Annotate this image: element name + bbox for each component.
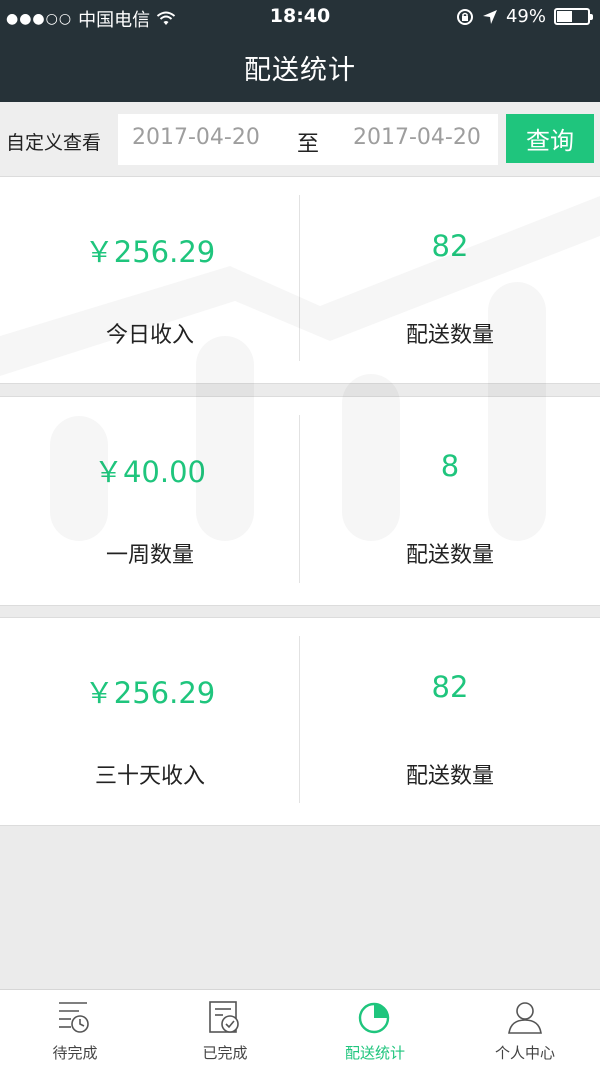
income-caption: 三十天收入	[94, 764, 205, 789]
delivery-count-value: 8	[440, 449, 460, 483]
tab-label: 个人中心	[494, 1044, 555, 1062]
tab-profile[interactable]: 个人中心	[450, 990, 600, 1067]
search-button[interactable]: 查询	[506, 114, 594, 163]
tab-delivery-stats[interactable]: 配送统计	[300, 990, 450, 1067]
pie-chart-icon	[358, 1002, 390, 1034]
status-bar: ●●●○○ 中国电信 18:40 49%	[0, 0, 600, 34]
start-date-input[interactable]	[132, 125, 282, 150]
pending-list-icon	[59, 1002, 89, 1033]
location-arrow-icon	[482, 9, 497, 24]
end-date-input[interactable]	[353, 125, 503, 150]
stats-card-month: ￥256.29 三十天收入 82 配送数量	[0, 617, 600, 826]
tab-label: 待完成	[52, 1044, 98, 1062]
delivery-count-caption: 配送数量	[405, 543, 494, 568]
battery-icon	[554, 8, 593, 25]
tab-label: 已完成	[202, 1044, 248, 1062]
tab-completed[interactable]: 已完成	[150, 990, 300, 1067]
income-caption: 今日收入	[105, 323, 194, 348]
tab-pending[interactable]: 待完成	[0, 990, 150, 1067]
user-icon	[508, 1002, 542, 1034]
income-value: ￥40.00	[93, 455, 207, 489]
delivery-count-caption: 配送数量	[405, 323, 494, 348]
battery-percent: 49%	[505, 6, 546, 27]
completed-list-icon	[209, 1001, 239, 1033]
income-value: ￥256.29	[84, 235, 216, 269]
delivery-count-value: 82	[431, 229, 469, 263]
delivery-count-caption: 配送数量	[405, 764, 494, 789]
battery-fill	[557, 11, 572, 22]
income-value: ￥256.29	[84, 676, 216, 710]
stats-card-today: ￥256.29 今日收入 82 配送数量	[0, 176, 600, 384]
rotation-lock-icon	[456, 8, 473, 25]
delivery-count-value: 82	[431, 670, 469, 704]
date-separator: 至	[297, 132, 320, 157]
income-caption: 一周数量	[105, 543, 194, 568]
page-title: 配送统计	[244, 55, 356, 86]
bottom-tab-bar: 待完成 已完成 配送统计 个人中心	[0, 989, 600, 1067]
app-header: ●●●○○ 中国电信 18:40 49% 配送统计	[0, 0, 600, 102]
filter-label: 自定义查看	[6, 132, 102, 154]
tab-label: 配送统计	[344, 1044, 405, 1062]
stats-card-week: ￥40.00 一周数量 8 配送数量	[0, 396, 600, 606]
